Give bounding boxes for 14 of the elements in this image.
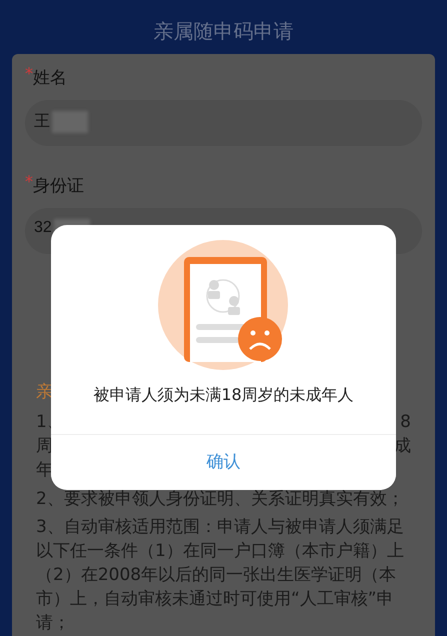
input-field[interactable]: 王 <box>25 100 422 146</box>
required-mark: * <box>25 66 33 85</box>
field-label: 姓名 <box>33 67 67 90</box>
note-text: 2、要求被申领人身份证明、关系证明真实有效； <box>36 488 405 511</box>
note-text: 成 <box>394 435 411 458</box>
dialog-message: 被申请人须为未满18周岁的未成年人 <box>93 384 354 406</box>
field-value: 王 <box>34 112 50 132</box>
note-text: 年 <box>36 459 53 482</box>
note-text: 8 <box>400 411 411 434</box>
required-mark: * <box>25 174 33 193</box>
field-value: 32 <box>34 219 52 237</box>
page-title: 亲属随申码申请 <box>154 18 294 44</box>
field-label: 身份证 <box>33 175 84 198</box>
note-text: 3、自动审核适用范围：申请人与被申请人须满足以下任一条件（1）在同一户口簿（本市户籍）上（2）在2008年以后的同一张出生医学证明（本市）上，自动审核未通过时可使用“人工审核”申请； <box>36 516 405 635</box>
